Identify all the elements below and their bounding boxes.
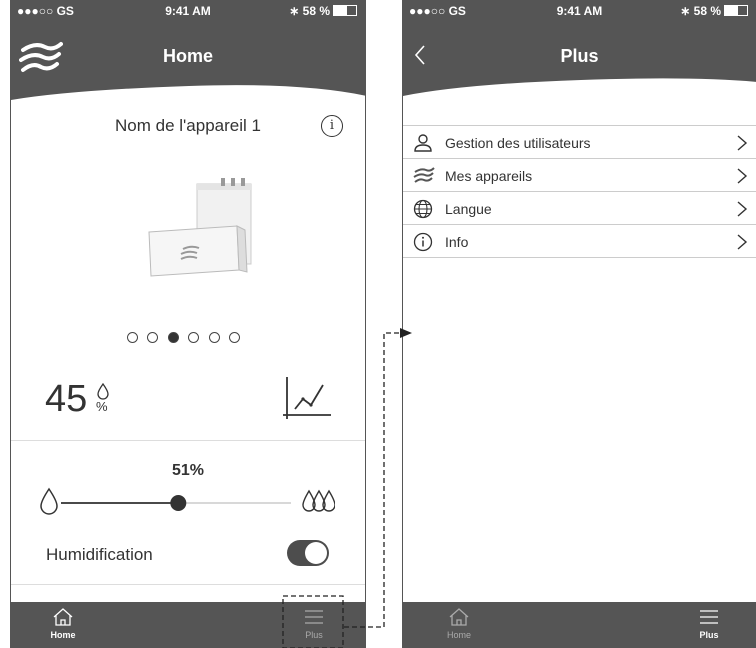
battery-icon [333, 5, 357, 16]
status-bar: ●●●○○ GS 9:41 AM ∗ 58 % [11, 0, 365, 22]
status-bar: ●●●○○ GS 9:41 AM ∗ 58 % [403, 0, 756, 22]
battery-indicator: ∗ 58 % [289, 4, 357, 18]
arrow-head-icon [400, 328, 412, 338]
battery-percent: 58 % [302, 4, 330, 18]
page-title: Home [162, 46, 213, 66]
battery-indicator: ∗ 58 % [680, 4, 748, 18]
battery-icon [724, 5, 748, 16]
battery-percent: 58 % [693, 4, 721, 18]
highlight-box [282, 595, 344, 648]
bluetooth-icon: ∗ [289, 4, 303, 18]
connector-line [344, 332, 400, 628]
flow-annotation [282, 328, 412, 648]
page-title: Plus [560, 46, 599, 66]
bluetooth-icon: ∗ [680, 4, 694, 18]
